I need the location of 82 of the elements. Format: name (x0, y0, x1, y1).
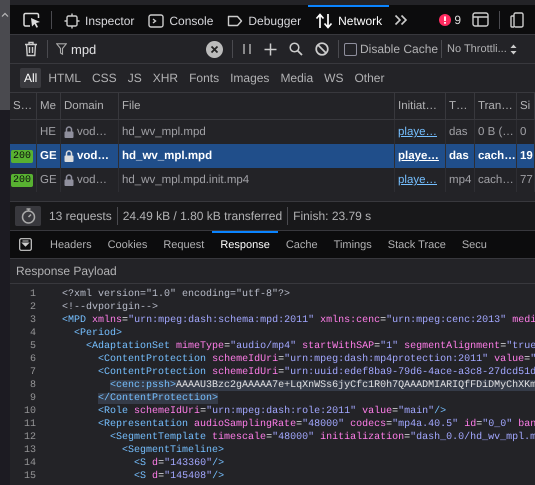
status-badge: 200 (11, 150, 34, 162)
detail-tab[interactable]: Cache (278, 231, 326, 258)
type-filter-button[interactable]: Fonts (185, 68, 224, 88)
detail-tab[interactable]: Stack Trace (380, 231, 454, 258)
line-number: 4 (28, 327, 36, 340)
table-cell: mp4 (446, 168, 475, 192)
line-number: 6 (28, 353, 36, 366)
table-cell-text: vod… (77, 125, 108, 140)
transfer-summary: 24.49 kB / 1.80 kB transferred (122, 209, 282, 223)
code-line: <ContentProtection schemeIdUri="urn:mpeg:dash:mp4protection:2011" value=" (98, 354, 535, 365)
type-filter-button[interactable]: HTML (44, 68, 86, 88)
table-cell: das (446, 144, 475, 168)
column-header[interactable]: T… (446, 93, 475, 119)
line-number: 5 (28, 340, 36, 353)
type-filter-button[interactable]: All (20, 68, 42, 88)
error-count[interactable]: 9 (454, 12, 461, 26)
code-line: <SegmentTimeline> (122, 445, 224, 456)
request-count: 13 requests (49, 209, 112, 223)
code-line: <Role schemeIdUri="urn:mpeg:dash:role:2011" value="main"/> (98, 406, 446, 417)
line-number: 11 (22, 418, 36, 431)
column-header[interactable]: File (119, 93, 395, 119)
column-header[interactable]: Me (37, 93, 61, 119)
line-number: 3 (28, 314, 36, 327)
table-cell: cach… (475, 144, 517, 168)
panel-tab[interactable]: Debugger (220, 5, 308, 34)
table-cell: GE (37, 168, 61, 192)
table-cell: hd_wv_mpl.mpd (119, 144, 395, 168)
throttling-dropdown[interactable]: No Throttli... (447, 43, 517, 55)
line-number: 9 (28, 392, 36, 405)
line-number: 8 (28, 379, 36, 392)
line-number: 2 (28, 301, 36, 314)
line-number: 7 (28, 366, 36, 379)
type-filter-button[interactable]: CSS (88, 68, 121, 88)
type-filter-button[interactable]: JS (124, 68, 146, 88)
type-filter-button[interactable]: WS (320, 68, 348, 88)
table-cell-text: vod… (77, 149, 109, 164)
code-line: <?xml version="1.0" encoding="utf-8"?> (62, 289, 290, 300)
detail-tab[interactable]: Headers (42, 231, 100, 258)
table-cell: 77 (517, 168, 535, 192)
initiator-link[interactable]: playe… (398, 168, 437, 192)
column-header[interactable]: Tran… (475, 93, 517, 119)
detail-tab[interactable]: Secu (454, 231, 495, 258)
table-cell: hd_wv_mpl.mpd.init.mp4 (119, 168, 395, 192)
type-filter-button[interactable]: Images (226, 68, 274, 88)
type-filter-button[interactable]: Media (276, 68, 318, 88)
table-cell: GE (37, 144, 61, 168)
code-line: <S d="145408"/> (134, 471, 224, 482)
line-number: 12 (22, 431, 36, 444)
code-line: <!--dvporigin--> (62, 302, 158, 313)
line-number: 13 (22, 444, 36, 457)
table-cell: 19 (517, 144, 535, 168)
code-line: <S d="143360"/> (134, 458, 224, 469)
line-number: 1 (28, 288, 36, 301)
column-header[interactable]: Initiat… (395, 93, 446, 119)
line-number: 15 (22, 470, 36, 483)
initiator-link[interactable]: playe… (398, 144, 439, 168)
code-line: <ContentProtection schemeIdUri="urn:uuid:edef8ba9-79d6-4ace-a3c8-27dcd51d (98, 367, 535, 378)
filter-field[interactable]: mpd (71, 42, 191, 56)
panel-tab[interactable]: Console (141, 5, 220, 34)
table-row[interactable]: 200 GE vod… hd_wv_mpl.mpd.init.mp4 playe… mp4 cach… 77 (10, 168, 535, 192)
code-line: <Period> (74, 328, 122, 339)
panel-tab[interactable]: Inspector (57, 5, 142, 34)
detail-tab[interactable]: Request (155, 231, 212, 258)
code-line: <Representation audioSamplingRate="48000" codecs="mp4a.40.5" id="0_0" ban (98, 419, 535, 430)
detail-tab[interactable]: Response (212, 231, 278, 258)
detail-tab[interactable]: Timings (326, 231, 380, 258)
type-filter-button[interactable]: XHR (148, 68, 182, 88)
column-header[interactable]: Domain (61, 93, 119, 119)
table-cell: cach… (475, 168, 517, 192)
finish-time: Finish: 23.79 s (293, 209, 372, 223)
column-header[interactable]: Si (517, 93, 535, 119)
line-number: 14 (22, 457, 36, 470)
column-header[interactable]: S… (10, 93, 37, 119)
table-row[interactable]: 200 GE vod… hd_wv_mpl.mpd playe… das cach… 19 (10, 144, 535, 168)
table-cell-text: vod… (77, 173, 108, 188)
status-badge: 200 (11, 174, 34, 186)
line-number: 10 (22, 405, 36, 418)
checkbox-label[interactable]: Disable Cache (360, 42, 438, 56)
detail-tab[interactable]: Cookies (100, 231, 156, 258)
initiator-link[interactable]: playe… (398, 120, 437, 144)
panel-tab[interactable]: Network (308, 5, 390, 34)
type-filter-button[interactable]: Other (350, 68, 388, 88)
